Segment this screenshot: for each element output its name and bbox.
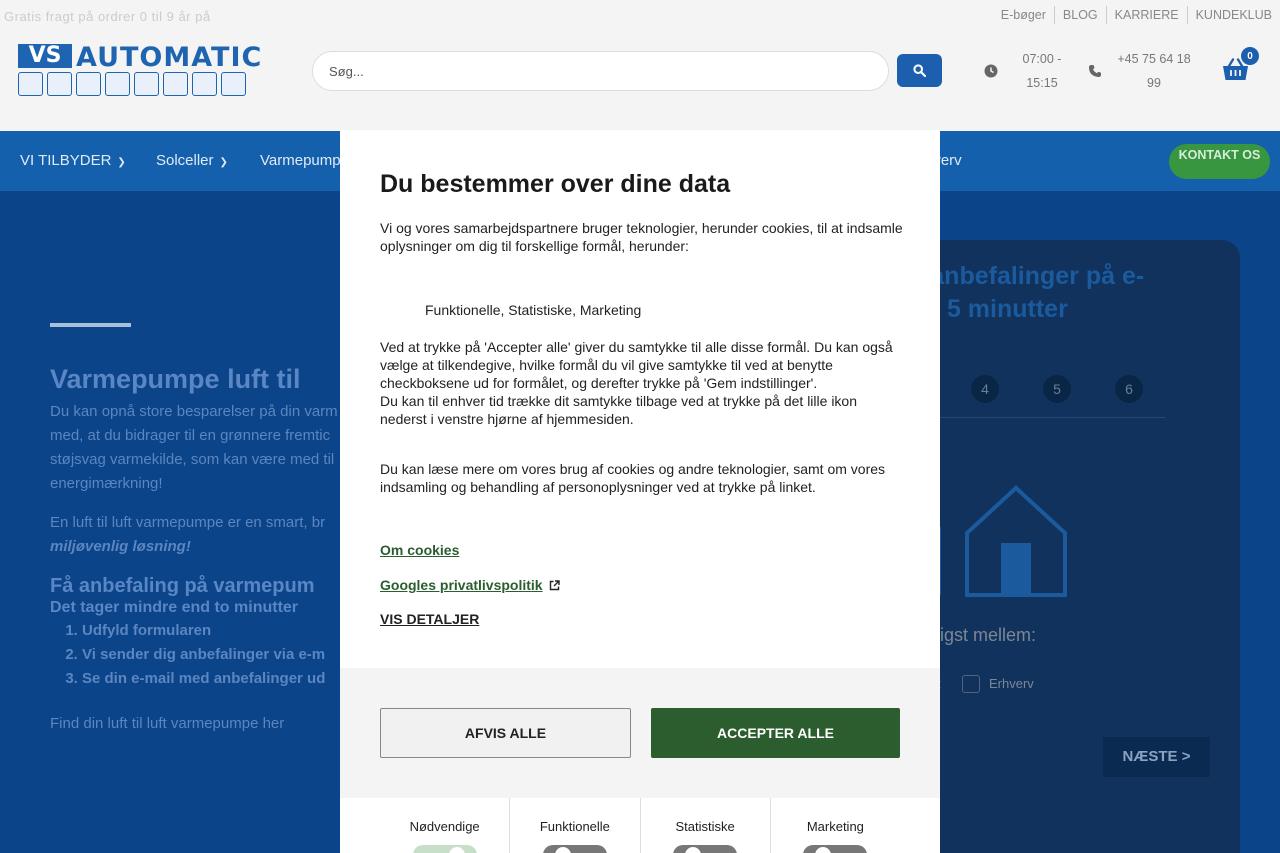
service-icon	[76, 72, 101, 96]
hero-paragraph-line: Du kan opnå store besparelser på din var…	[50, 403, 338, 420]
divider	[915, 417, 1165, 418]
consent-intro: Vi og vores samarbejdspartnere bruger te…	[380, 220, 903, 254]
erhverv-checkbox[interactable]	[962, 675, 980, 693]
top-link-ebooks[interactable]: E-bøger	[993, 6, 1054, 24]
hero-paragraph-line: med, at du bidrager til en grønnere frem…	[50, 427, 331, 444]
form-step[interactable]: 6	[1115, 375, 1143, 403]
cookie-consent-dialog: Du bestemmer over dine data Vi og vores …	[340, 130, 940, 853]
phone-number[interactable]: +45 75 64 18 99	[1112, 47, 1196, 95]
steps-list: Udfyld formularen Vi sender dig anbefali…	[82, 619, 325, 691]
top-bar: Gratis fragt på ordrer 0 til 9 år på E-b…	[0, 0, 1280, 30]
nav-item-label: Solceller	[156, 152, 214, 169]
form-step[interactable]: 4	[971, 375, 999, 403]
external-link-icon	[549, 580, 560, 591]
house-icon	[965, 485, 1067, 597]
hero-paragraph-line: miljøvenlig løsning!	[50, 538, 191, 555]
consent-body-3: Du kan læse mere om vores brug af cookie…	[380, 461, 886, 495]
service-icon	[105, 72, 130, 96]
category-label: Marketing	[806, 819, 864, 834]
consent-purposes: Funktionelle, Statistiske, Marketing	[425, 302, 642, 318]
nav-item-label: VI TILBYDER	[20, 152, 112, 169]
marketing-toggle[interactable]	[803, 845, 868, 853]
functional-toggle[interactable]	[542, 845, 607, 853]
clock-icon	[984, 64, 998, 78]
top-link-careers[interactable]: KARRIERE	[1105, 6, 1187, 24]
opening-hours-line2: 15:15	[1026, 76, 1058, 90]
accept-all-button[interactable]: ACCEPTER ALLE	[651, 708, 900, 758]
logo-service-icons	[18, 72, 246, 96]
service-icon	[47, 72, 72, 96]
nav-item-vi-tilbyder[interactable]: VI TILBYDER ❯	[20, 152, 126, 169]
chevron-down-icon: ❯	[117, 157, 126, 168]
consent-body-2: Du kan til enhver tid trække dit samtykk…	[380, 393, 857, 427]
logo-prefix: VS	[18, 44, 72, 68]
form-title-line: t anbefalinger på e-	[915, 262, 1145, 290]
chevron-down-icon: ❯	[219, 157, 228, 168]
category-statistics: Statistiske	[639, 798, 770, 853]
nav-item-solceller[interactable]: Solceller ❯	[156, 152, 228, 169]
about-cookies-link[interactable]: Om cookies	[380, 542, 459, 558]
find-link[interactable]: Find din luft til luft varmepumpe her	[50, 715, 284, 732]
form-step[interactable]: 5	[1043, 375, 1071, 403]
top-link-customer-club[interactable]: KUNDEKLUB	[1186, 6, 1280, 24]
logo-text: AUTOMATIC	[76, 42, 263, 73]
category-label: Statistiske	[675, 819, 735, 834]
recommendation-subheading: Det tager mindre end to minutter	[50, 599, 299, 616]
contact-button[interactable]: KONTAKT OS	[1169, 144, 1270, 179]
category-label: Funktionelle	[539, 819, 610, 834]
hero-title: Varmepumpe luft til	[50, 364, 301, 394]
logo[interactable]: VS AUTOMATIC	[18, 42, 270, 98]
service-icon	[221, 72, 246, 96]
necessary-toggle	[412, 845, 477, 853]
recommendation-heading: Få anbefaling på varmepum	[50, 575, 315, 597]
google-privacy-link-label: Googles privatlivspolitik	[380, 577, 543, 593]
next-button[interactable]: NÆSTE >	[1103, 737, 1210, 777]
phone-line1: +45 75 64 18	[1117, 52, 1191, 66]
category-label: Nødvendige	[409, 819, 480, 834]
hero-paragraph-line: energimærkning!	[50, 475, 163, 492]
show-details-link[interactable]: VIS DETALJER	[380, 611, 479, 627]
option-label-erhverv: Erhverv	[989, 676, 1034, 691]
cart-count-badge: 0	[1241, 47, 1259, 65]
search-input[interactable]	[313, 52, 888, 90]
category-necessary: Nødvendige	[380, 798, 509, 853]
service-icon	[18, 72, 43, 96]
list-item: Vi sender dig anbefalinger via e-m	[82, 643, 325, 667]
service-icon	[192, 72, 217, 96]
form-title: t anbefalinger på e-or 5 minutter	[915, 260, 1144, 326]
service-icon	[163, 72, 188, 96]
top-links: E-bøger BLOG KARRIERE KUNDEKLUB	[993, 6, 1280, 24]
opening-hours-line1: 07:00 -	[1022, 52, 1062, 66]
consent-body-1: Ved at trykke på 'Accepter alle' giver d…	[380, 339, 893, 391]
google-privacy-link[interactable]: Googles privatlivspolitik	[380, 577, 560, 593]
phone-icon	[1089, 65, 1101, 77]
title-underline	[50, 323, 131, 327]
phone-line2: 99	[1147, 76, 1161, 90]
consent-category-tabs: Nødvendige Funktionelle Statistiske Mark…	[380, 798, 900, 853]
dialog-title: Du bestemmer over dine data	[380, 170, 731, 198]
recommendation-form-card: t anbefalinger på e-or 5 minutter 4 5 6 …	[915, 240, 1240, 853]
hero-paragraph-line: støjsvag varmekilde, som kan være med ti…	[50, 451, 335, 468]
reject-all-button[interactable]: AFVIS ALLE	[380, 708, 631, 758]
dialog-footer: AFVIS ALLE ACCEPTER ALLE	[340, 668, 940, 798]
site-header: VS AUTOMATIC 07:00 - 15:15 +45 75 64 18 …	[0, 30, 1280, 131]
opening-hours: 07:00 - 15:15	[1018, 47, 1066, 95]
search-box	[312, 51, 889, 91]
top-link-blog[interactable]: BLOG	[1053, 6, 1106, 24]
search-button[interactable]	[897, 54, 942, 87]
list-item: Se din e-mail med anbefalinger ud	[82, 667, 325, 691]
hero-paragraph-line: En luft til luft varmepumpe er en smart,…	[50, 514, 326, 531]
category-functional: Funktionelle	[509, 798, 639, 853]
search-icon	[913, 64, 926, 77]
list-item: Udfyld formularen	[82, 619, 325, 643]
form-title-line: or 5 minutter	[915, 295, 1068, 323]
shipping-notice: Gratis fragt på ordrer 0 til 9 år på	[4, 9, 211, 24]
cart-button[interactable]: 0	[1222, 47, 1259, 87]
service-icon	[134, 72, 159, 96]
statistics-toggle[interactable]	[673, 845, 738, 853]
form-question: igst mellem:	[940, 625, 1037, 645]
category-marketing: Marketing	[769, 798, 900, 853]
